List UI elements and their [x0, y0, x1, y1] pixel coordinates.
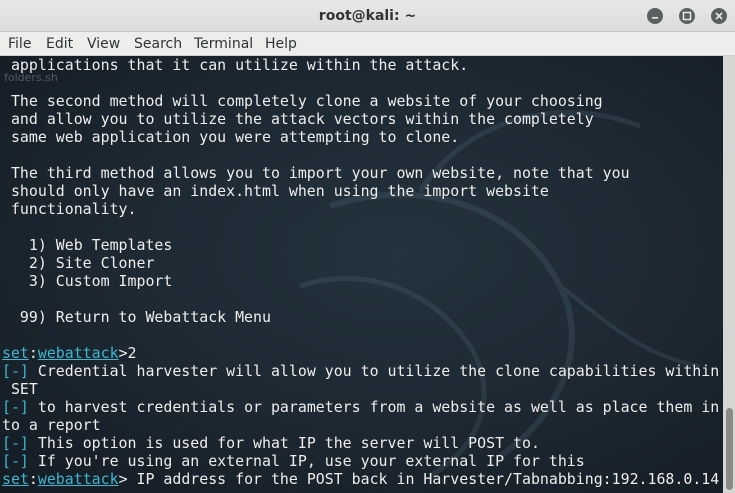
menu-search[interactable]: Search: [134, 32, 182, 56]
menu-option-line: 99) Return to Webattack Menu: [2, 308, 271, 326]
menu-file[interactable]: File: [8, 32, 31, 56]
output-line: and allow you to utilize the attack vect…: [2, 110, 594, 128]
output-line: The third method allows you to import yo…: [2, 164, 630, 182]
info-text: to harvest credentials or parameters fro…: [28, 398, 720, 416]
info-line: SET: [2, 380, 38, 398]
prompt-input: 2: [127, 344, 137, 362]
terminal-output[interactable]: folders.sh applications that it can util…: [0, 56, 723, 493]
vertical-scrollbar[interactable]: [723, 56, 735, 493]
info-text: to a report: [2, 416, 101, 434]
menu-option-line: 2) Site Cloner: [2, 254, 155, 272]
output-line: applications that it can utilize within …: [2, 56, 469, 74]
prompt-set: set: [2, 344, 29, 362]
menu-option-line: 1) Web Templates: [2, 236, 173, 254]
info-marker: [-]: [2, 398, 29, 416]
window-title: root@kali: ~: [318, 8, 417, 24]
menu-help[interactable]: Help: [265, 32, 297, 56]
info-line: [-] If you're using an external IP, use …: [2, 452, 585, 470]
output-line: The second method will completely clone …: [2, 92, 603, 110]
maximize-button[interactable]: [679, 8, 695, 24]
info-text: This option is used for what IP the serv…: [28, 434, 540, 452]
info-line: [-] to harvest credentials or parameters…: [2, 398, 719, 416]
menu-view[interactable]: View: [87, 32, 120, 56]
close-button[interactable]: [711, 8, 727, 24]
info-text: If you're using an external IP, use your…: [28, 452, 585, 470]
prompt-module: webattack: [37, 344, 119, 362]
maximize-icon: [682, 11, 692, 21]
info-text: Credential harvester will allow you to u…: [28, 362, 720, 380]
menu-bar: File Edit View Search Terminal Help: [0, 32, 735, 56]
scrollbar-thumb[interactable]: [726, 408, 733, 490]
info-marker: [-]: [2, 452, 29, 470]
close-icon: [715, 12, 723, 20]
info-line: to a report: [2, 416, 101, 434]
prompt-line: set:webattack>2: [2, 344, 137, 362]
info-line: [-] Credential harvester will allow you …: [2, 362, 719, 380]
info-marker: [-]: [2, 362, 29, 380]
prompt-module: webattack: [37, 470, 119, 488]
minimize-icon: [652, 17, 658, 19]
menu-edit[interactable]: Edit: [46, 32, 73, 56]
minimize-button[interactable]: [647, 8, 663, 24]
prompt-set: set: [2, 470, 29, 488]
menu-terminal[interactable]: Terminal: [194, 32, 253, 56]
menu-option-line: 3) Custom Import: [2, 272, 173, 290]
prompt-question: > IP address for the POST back in Harves…: [118, 470, 720, 488]
output-line: functionality.: [2, 200, 137, 218]
active-prompt-line[interactable]: set:webattack> IP address for the POST b…: [2, 470, 719, 488]
title-bar: root@kali: ~: [0, 0, 735, 32]
info-marker: [-]: [2, 434, 29, 452]
info-line: [-] This option is used for what IP the …: [2, 434, 540, 452]
info-text: SET: [2, 380, 38, 398]
output-line: same web application you were attempting…: [2, 128, 460, 146]
output-line: should only have an index.html when usin…: [2, 182, 549, 200]
